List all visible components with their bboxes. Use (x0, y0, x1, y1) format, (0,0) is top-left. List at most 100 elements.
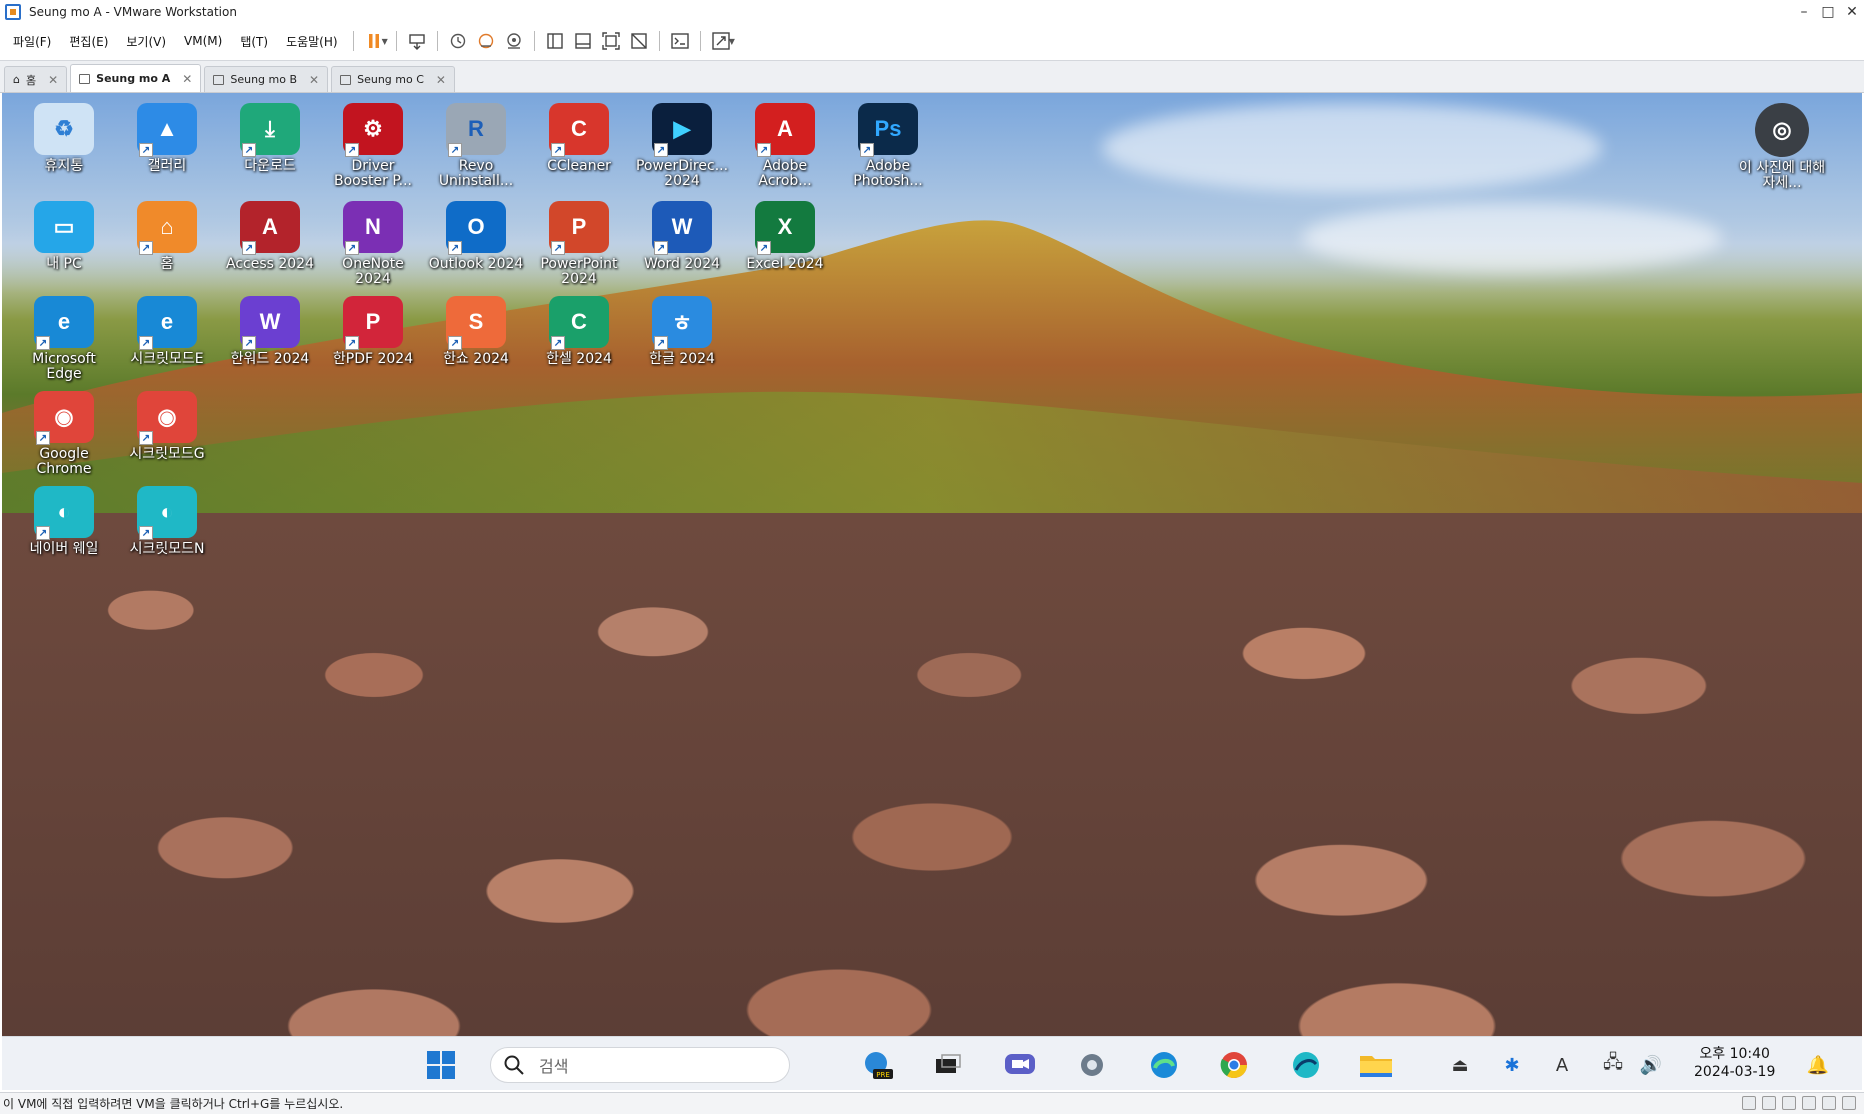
snapshot-button[interactable] (444, 28, 472, 54)
pause-button[interactable] (360, 28, 388, 54)
snapshot-manager-button[interactable] (500, 28, 528, 54)
menu-vm[interactable]: VM(M) (175, 34, 231, 48)
minimize-button[interactable]: – (1792, 4, 1816, 20)
desktop-app-icon: ◉ ↗ (34, 391, 94, 445)
desktop-shortcut[interactable]: ⤓ ↗ 다운로드 (220, 103, 320, 174)
menu-help[interactable]: 도움말(H) (277, 33, 347, 50)
bluetooth-icon[interactable]: ✱ (1498, 1047, 1526, 1083)
network-adapter-icon[interactable] (1782, 1096, 1796, 1110)
desktop-app-icon: ▲ ↗ (137, 103, 197, 157)
taskbar-settings[interactable] (1074, 1049, 1110, 1081)
menu-toolbar: 파일(F) 편집(E) 보기(V) VM(M) 탭(T) 도움말(H) ▼ ▼ (0, 24, 1864, 58)
desktop-shortcut[interactable]: P ↗ 한PDF 2024 (323, 296, 423, 367)
desktop-shortcut[interactable]: A ↗ Adobe Acrob... (735, 103, 835, 189)
photo-info-shortcut[interactable]: ◎ 이 사진에 대해 자세... (1732, 103, 1832, 191)
network-icon[interactable]: 🖧 (1598, 1047, 1628, 1083)
copilot-pre-icon: PRE (865, 1052, 893, 1079)
tab-home[interactable]: ⌂ 홈 ✕ (4, 66, 68, 92)
send-ctrl-alt-del-button[interactable] (403, 28, 431, 54)
desktop-shortcut[interactable]: e ↗ Microsoft Edge (14, 296, 114, 382)
close-tab-icon[interactable]: ✕ (48, 73, 58, 87)
taskbar-edge[interactable] (1146, 1049, 1182, 1081)
desktop-shortcut[interactable]: W ↗ Word 2024 (632, 201, 732, 272)
taskbar-meet[interactable] (1002, 1049, 1038, 1081)
display-icon[interactable] (1842, 1096, 1856, 1110)
close-tab-icon[interactable]: ✕ (182, 72, 192, 86)
desktop-shortcut[interactable]: ㅎ ↗ 한글 2024 (632, 296, 732, 367)
edge-icon (1151, 1052, 1177, 1078)
usb-device-icon[interactable] (1802, 1096, 1816, 1110)
desktop-shortcut[interactable]: ⚙ ↗ Driver Booster P... (323, 103, 423, 189)
tab-seung-mo-c[interactable]: Seung mo C ✕ (331, 66, 455, 92)
menu-edit[interactable]: 편집(E) (60, 33, 117, 50)
shortcut-arrow-icon: ↗ (448, 336, 462, 350)
shortcut-arrow-icon: ↗ (139, 526, 153, 540)
taskbar-search-box[interactable]: 검색 (490, 1047, 790, 1083)
menu-tabs[interactable]: 탭(T) (231, 33, 277, 50)
toolbar-separator (533, 31, 535, 51)
desktop-icon-label: 시크릿모드E (130, 351, 204, 367)
desktop-app-icon: W ↗ (240, 296, 300, 350)
sound-card-icon[interactable] (1822, 1096, 1836, 1110)
taskbar-copilot[interactable]: PRE (860, 1049, 896, 1081)
unity-button[interactable] (625, 28, 653, 54)
shortcut-arrow-icon: ↗ (242, 336, 256, 350)
full-screen-button[interactable] (597, 28, 625, 54)
close-button[interactable]: ✕ (1840, 4, 1864, 20)
notification-bell-icon[interactable]: 🔔 (1804, 1047, 1832, 1083)
desktop-shortcut[interactable]: Ps ↗ Adobe Photosh... (838, 103, 938, 189)
shortcut-arrow-icon: ↗ (139, 336, 153, 350)
revert-snapshot-button[interactable] (472, 28, 500, 54)
close-tab-icon[interactable]: ✕ (309, 73, 319, 87)
menu-view[interactable]: 보기(V) (117, 33, 175, 50)
shortcut-arrow-icon: ↗ (551, 336, 565, 350)
usb-eject-icon[interactable]: ⏏ (1446, 1047, 1474, 1083)
taskbar-clock[interactable]: 오후 10:40 2024-03-19 (1694, 1045, 1775, 1081)
desktop-shortcut[interactable]: ◐ ↗ 네이버 웨일 (14, 486, 114, 557)
taskbar-task-view[interactable] (930, 1049, 966, 1081)
vm-display[interactable]: ♻ 휴지통 ▲ ↗ 갤러리 ⤓ ↗ 다운로드 ⚙ ↗ Driver Booster P... R ↗ Re… (2, 93, 1862, 1036)
desktop-shortcut[interactable]: X ↗ Excel 2024 (735, 201, 835, 272)
desktop-shortcut[interactable]: O ↗ Outlook 2024 (426, 201, 526, 272)
pause-icon (368, 34, 379, 48)
desktop-shortcut[interactable]: C ↗ CCleaner (529, 103, 629, 174)
taskbar-chrome[interactable] (1216, 1049, 1252, 1081)
show-library-button[interactable] (541, 28, 569, 54)
console-view-button[interactable] (666, 28, 694, 54)
desktop-app-icon: ▭ (34, 201, 94, 253)
desktop-shortcut[interactable]: e ↗ 시크릿모드E (117, 296, 217, 367)
desktop-shortcut[interactable]: ♻ 휴지통 (14, 103, 114, 174)
maximize-button[interactable]: □ (1816, 4, 1840, 20)
tab-seung-mo-b[interactable]: Seung mo B ✕ (204, 66, 329, 92)
desktop-shortcut[interactable]: ◐ ↗ 시크릿모드N (117, 486, 217, 557)
cd-dvd-icon[interactable] (1762, 1096, 1776, 1110)
taskbar-file-explorer[interactable] (1358, 1049, 1394, 1081)
start-button[interactable] (427, 1051, 455, 1079)
windows-logo-icon (427, 1066, 440, 1079)
desktop-shortcut[interactable]: N ↗ OneNote 2024 (323, 201, 423, 287)
desktop-shortcut[interactable]: S ↗ 한쇼 2024 (426, 296, 526, 367)
stretch-guest-button[interactable] (707, 28, 735, 54)
volume-icon[interactable]: 🔊 (1636, 1047, 1666, 1083)
desktop-icon-label: 홈 (160, 256, 174, 272)
desktop-shortcut[interactable]: ◉ ↗ Google Chrome (14, 391, 114, 477)
input-language-indicator[interactable]: A (1548, 1047, 1576, 1083)
taskbar-whale[interactable] (1288, 1049, 1324, 1081)
desktop-shortcut[interactable]: ▶ ↗ PowerDirec... 2024 (632, 103, 732, 189)
desktop-app-icon: A ↗ (240, 201, 300, 255)
tab-seung-mo-a[interactable]: Seung mo A ✕ (70, 64, 202, 92)
desktop-shortcut[interactable]: P ↗ PowerPoint 2024 (529, 201, 629, 287)
desktop-shortcut[interactable]: ▲ ↗ 갤러리 (117, 103, 217, 174)
desktop-shortcut[interactable]: ◉ ↗ 시크릿모드G (117, 391, 217, 462)
close-tab-icon[interactable]: ✕ (436, 73, 446, 87)
desktop-shortcut[interactable]: ▭ 내 PC (14, 201, 114, 272)
thumbnail-bar-button[interactable] (569, 28, 597, 54)
desktop-shortcut[interactable]: ⌂ ↗ 홈 (117, 201, 217, 272)
desktop-shortcut[interactable]: C ↗ 한셀 2024 (529, 296, 629, 367)
desktop-shortcut[interactable]: W ↗ 한워드 2024 (220, 296, 320, 367)
toolbar-separator (436, 31, 438, 51)
menu-file[interactable]: 파일(F) (0, 33, 60, 50)
hard-disk-icon[interactable] (1742, 1096, 1756, 1110)
desktop-shortcut[interactable]: R ↗ Revo Uninstall... (426, 103, 526, 189)
desktop-shortcut[interactable]: A ↗ Access 2024 (220, 201, 320, 272)
